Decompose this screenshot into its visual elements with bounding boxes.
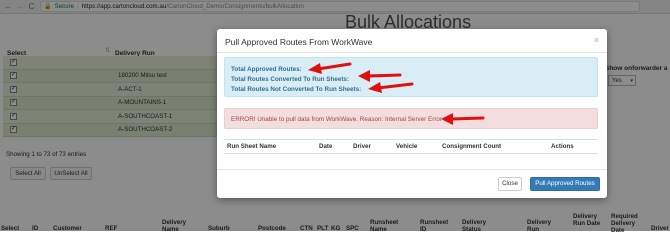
annotation-arrows xyxy=(308,62,485,125)
arrow-3-shaft xyxy=(376,82,414,90)
arrow-1-head xyxy=(308,63,322,74)
arrow-2-head xyxy=(358,70,370,82)
arrow-2-shaft xyxy=(366,73,402,78)
arrow-4-head xyxy=(441,113,453,125)
arrow-3-head xyxy=(368,82,382,93)
arrow-1-shaft xyxy=(316,62,352,71)
arrow-4-shaft xyxy=(450,116,485,121)
